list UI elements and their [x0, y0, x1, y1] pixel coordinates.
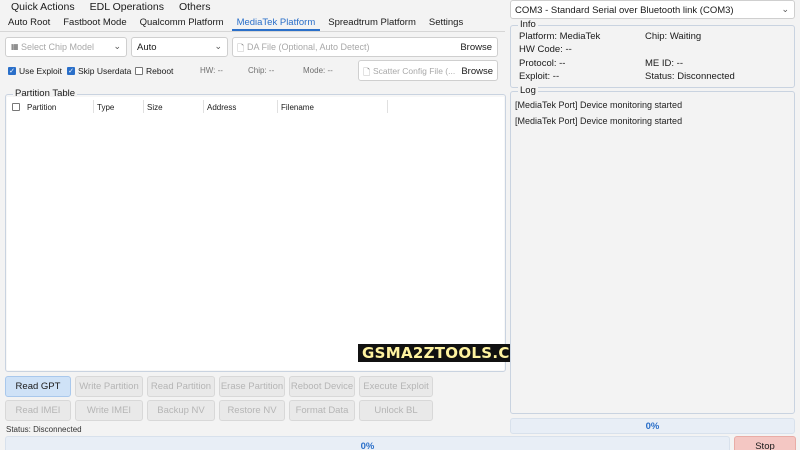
check-icon: ✓ [67, 67, 75, 75]
mode-select[interactable]: Auto ⌄ [131, 37, 228, 57]
format-data-button[interactable]: Format Data [289, 400, 355, 421]
tab-spreadtrum-platform[interactable]: Spreadtrum Platform [323, 17, 421, 31]
skip-userdata-checkbox[interactable]: ✓ Skip Userdata [67, 66, 131, 76]
column-size[interactable]: Size [147, 103, 163, 112]
log-group: Log [MediaTek Port] Device monitoring st… [510, 85, 795, 414]
menu-edl-operations[interactable]: EDL Operations [90, 1, 164, 13]
log-line: [MediaTek Port] Device monitoring starte… [515, 100, 683, 110]
info-platform: Platform: MediaTek [519, 31, 601, 42]
read-gpt-button[interactable]: Read GPT [5, 376, 71, 397]
port-select-value: COM3 - Standard Serial over Bluetooth li… [515, 5, 734, 16]
select-all-checkbox[interactable] [12, 103, 20, 111]
menu-quick-actions[interactable]: Quick Actions [11, 1, 75, 13]
info-status: Status: Disconnected [645, 71, 735, 82]
skip-userdata-label: Skip Userdata [78, 66, 132, 76]
info-chip: Chip: Waiting [645, 31, 702, 42]
column-divider [93, 100, 94, 113]
scatter-file-field[interactable]: 🗋 Scatter Config File (... Browse [358, 60, 498, 81]
reboot-device-button[interactable]: Reboot Device [289, 376, 355, 397]
log-line: [MediaTek Port] Device monitoring starte… [515, 116, 683, 126]
port-select[interactable]: COM3 - Standard Serial over Bluetooth li… [510, 0, 795, 19]
menu-bar: Quick Actions EDL Operations Others [0, 0, 505, 14]
partition-table[interactable]: Partition Type Size Address Filename [7, 97, 504, 370]
mode-select-value: Auto [137, 42, 157, 53]
info-hw-code: HW Code: -- [519, 44, 572, 55]
scatter-browse-button[interactable]: Browse [461, 66, 493, 77]
stop-button[interactable]: Stop [734, 436, 796, 450]
reboot-checkbox[interactable]: Reboot [135, 66, 173, 76]
reboot-label: Reboot [146, 66, 174, 76]
tab-settings[interactable]: Settings [424, 17, 468, 31]
platform-tabs: Auto Root Fastboot Mode Qualcomm Platfor… [0, 15, 505, 32]
status-text: Status: Disconnected [6, 425, 82, 434]
info-group: Info Platform: MediaTek Chip: Waiting HW… [510, 19, 795, 88]
column-divider [277, 100, 278, 113]
column-divider [387, 100, 388, 113]
column-divider [143, 100, 144, 113]
menu-others[interactable]: Others [179, 1, 211, 13]
info-title: Info [518, 19, 538, 30]
read-imei-button[interactable]: Read IMEI [5, 400, 71, 421]
partition-table-group: Partition Table Partition Type Size Addr… [5, 88, 506, 372]
da-file-placeholder: DA File (Optional, Auto Detect) [247, 42, 370, 52]
chevron-down-icon: ⌄ [781, 4, 789, 14]
file-icon: 🗋 [363, 67, 371, 77]
chevron-down-icon: ⌄ [113, 41, 121, 51]
tab-fastboot-mode[interactable]: Fastboot Mode [58, 17, 131, 31]
scatter-file-placeholder: Scatter Config File (... [373, 66, 456, 76]
tab-mediatek-platform[interactable]: MediaTek Platform [231, 17, 321, 31]
execute-exploit-button[interactable]: Execute Exploit [359, 376, 433, 397]
log-title: Log [518, 85, 538, 96]
tab-auto-root[interactable]: Auto Root [3, 17, 55, 31]
use-exploit-label: Use Exploit [19, 66, 62, 76]
secondary-progress-label: 0% [645, 420, 660, 432]
column-type[interactable]: Type [97, 103, 114, 112]
column-partition[interactable]: Partition [27, 103, 56, 112]
use-exploit-checkbox[interactable]: ✓ Use Exploit [8, 66, 62, 76]
column-filename[interactable]: Filename [281, 103, 314, 112]
main-progress-label: 0% [360, 440, 375, 450]
da-browse-button[interactable]: Browse [460, 42, 492, 53]
mode-readout: Mode: -- [303, 66, 333, 75]
chip-readout: Chip: -- [248, 66, 275, 75]
chip-model-select[interactable]: ▦ Select Chip Model ⌄ [5, 37, 127, 57]
info-protocol: Protocol: -- [519, 58, 566, 69]
erase-partition-button[interactable]: Erase Partition [219, 376, 285, 397]
read-partition-button[interactable]: Read Partition [147, 376, 215, 397]
checkbox-empty-icon [135, 67, 143, 75]
info-me-id: ME ID: -- [645, 58, 683, 69]
hw-readout: HW: -- [200, 66, 223, 75]
tab-qualcomm-platform[interactable]: Qualcomm Platform [135, 17, 229, 31]
write-partition-button[interactable]: Write Partition [75, 376, 143, 397]
write-imei-button[interactable]: Write IMEI [75, 400, 143, 421]
unlock-bl-button[interactable]: Unlock BL [359, 400, 433, 421]
column-address[interactable]: Address [207, 103, 236, 112]
column-divider [203, 100, 204, 113]
info-exploit: Exploit: -- [519, 71, 560, 82]
chevron-down-icon: ⌄ [214, 41, 222, 51]
chip-icon: ▦ [11, 42, 19, 51]
secondary-progress-bar: 0% [510, 418, 795, 434]
chip-model-placeholder: Select Chip Model [21, 42, 95, 52]
backup-nv-button[interactable]: Backup NV [147, 400, 215, 421]
da-file-field[interactable]: 🗋 DA File (Optional, Auto Detect) Browse [232, 37, 498, 57]
main-progress-bar: 0% [5, 436, 730, 450]
restore-nv-button[interactable]: Restore NV [219, 400, 285, 421]
file-icon: 🗋 [237, 43, 245, 53]
check-icon: ✓ [8, 67, 16, 75]
